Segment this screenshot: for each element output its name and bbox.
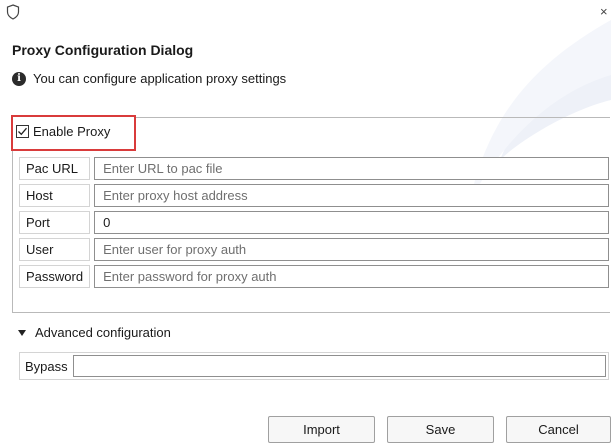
info-icon: i [12, 71, 26, 86]
advanced-configuration-toggle[interactable]: Advanced configuration [18, 325, 171, 340]
save-button[interactable]: Save [387, 416, 494, 443]
enable-proxy-checkbox[interactable]: Enable Proxy [16, 124, 110, 139]
pac-url-label: Pac URL [19, 157, 91, 180]
password-input[interactable] [94, 265, 609, 288]
password-label: Password [19, 265, 91, 288]
user-label: User [19, 238, 91, 261]
bypass-row: Bypass [19, 352, 609, 380]
dialog-title: Proxy Configuration Dialog [12, 42, 194, 58]
user-input[interactable] [94, 238, 609, 261]
pac-url-input[interactable] [94, 157, 609, 180]
bypass-label: Bypass [25, 358, 68, 374]
port-label: Port [19, 211, 91, 234]
checkbox[interactable] [16, 125, 29, 138]
host-input[interactable] [94, 184, 609, 207]
bypass-input[interactable] [72, 355, 606, 377]
import-button[interactable]: Import [268, 416, 375, 443]
info-message: i You can configure application proxy se… [12, 71, 286, 86]
cancel-button[interactable]: Cancel [506, 416, 611, 443]
info-text: You can configure application proxy sett… [33, 71, 287, 86]
shield-icon [6, 4, 20, 20]
proxy-fields: Pac URL Host Port User Password [19, 157, 609, 288]
expand-triangle-icon [18, 329, 26, 336]
advanced-configuration-label: Advanced configuration [35, 325, 171, 340]
port-input[interactable] [94, 211, 609, 234]
close-icon[interactable]: × [600, 5, 608, 18]
checkbox-check-icon [18, 127, 27, 136]
enable-proxy-label: Enable Proxy [33, 124, 111, 139]
host-label: Host [19, 184, 91, 207]
